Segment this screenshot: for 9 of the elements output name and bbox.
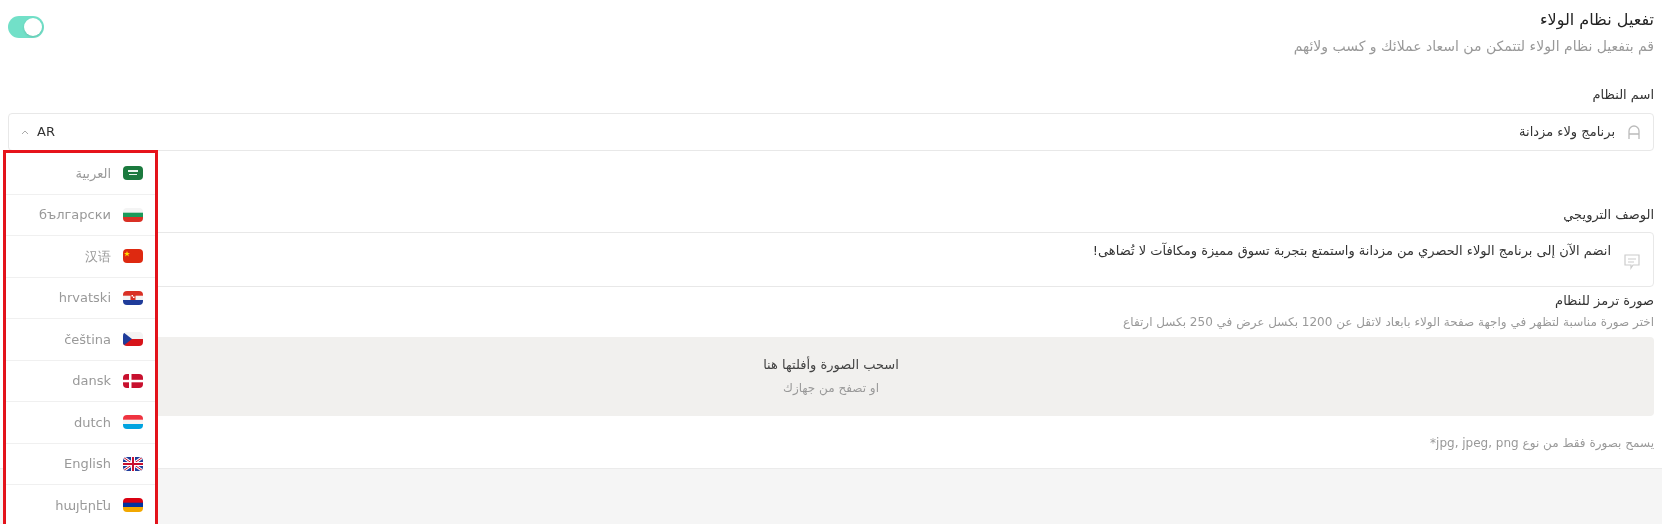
field-label: اسم النظام bbox=[1591, 86, 1654, 105]
field-hint: اختر صورة مناسبة لتظهر في واجهة صفحة الولاء بابعاد لاتقل عن 1200 بكسل عرض في 250 بكسل ارتفاع bbox=[1123, 313, 1654, 331]
field-label: صورة ترمز للنظام bbox=[1555, 292, 1654, 311]
section-title: تفعيل نظام الولاء bbox=[1539, 9, 1654, 32]
field-label: الوصف الترويجي bbox=[1563, 205, 1654, 224]
drop-title: اسحب الصورة وأفلتها هنا bbox=[763, 355, 899, 375]
drop-subtitle: او تصفح من جهازك bbox=[783, 379, 879, 397]
file-type-note: يسمح بصورة فقط من نوع jpg, jpeg, png* bbox=[1430, 434, 1654, 452]
section-subtitle: قم بتفعيل نظام الولاء لتتمكن من اسعاد عملائك و كسب ولائهم bbox=[1293, 37, 1654, 57]
